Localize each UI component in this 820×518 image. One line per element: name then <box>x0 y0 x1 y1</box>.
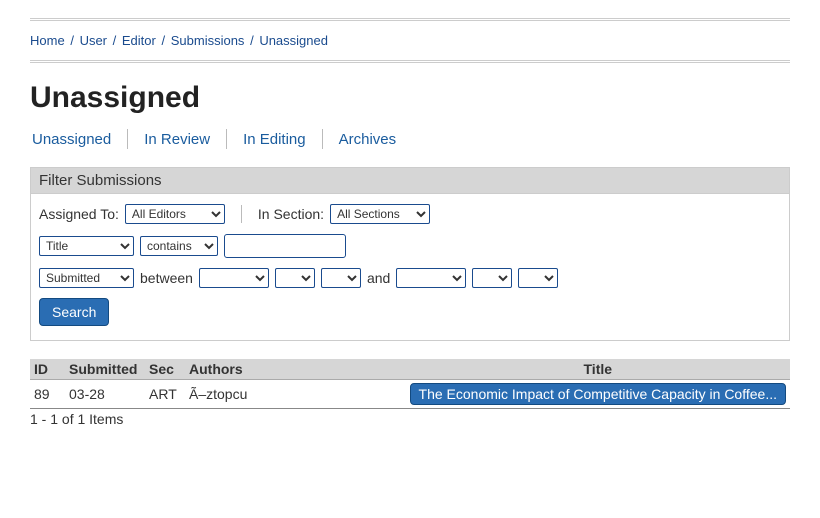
tab-in-review[interactable]: In Review <box>142 131 212 148</box>
cell-sec: ART <box>145 380 185 409</box>
breadcrumb-user[interactable]: User <box>80 33 107 48</box>
in-section-select[interactable]: All Sections <box>330 204 430 224</box>
from-year-select[interactable] <box>199 268 269 288</box>
page-title: Unassigned <box>30 81 790 115</box>
tab-divider <box>226 129 227 149</box>
breadcrumb-rule <box>30 60 790 63</box>
tabs: Unassigned In Review In Editing Archives <box>30 129 790 149</box>
tab-divider <box>322 129 323 149</box>
col-id: ID <box>30 359 65 380</box>
tab-in-editing[interactable]: In Editing <box>241 131 308 148</box>
breadcrumb-sep: / <box>68 33 76 48</box>
tab-archives[interactable]: Archives <box>337 131 399 148</box>
search-button[interactable]: Search <box>39 298 109 326</box>
between-label: between <box>140 270 193 286</box>
breadcrumb-sep: / <box>248 33 256 48</box>
breadcrumb-unassigned[interactable]: Unassigned <box>259 33 328 48</box>
and-label: and <box>367 270 390 286</box>
tab-unassigned[interactable]: Unassigned <box>30 131 113 148</box>
filter-box: Filter Submissions Assigned To: All Edit… <box>30 167 790 341</box>
table-header-row: ID Submitted Sec Authors Title <box>30 359 790 380</box>
cell-id: 89 <box>30 380 65 409</box>
col-title: Title <box>406 359 790 380</box>
breadcrumb-editor[interactable]: Editor <box>122 33 156 48</box>
top-rule <box>30 18 790 21</box>
col-submitted: Submitted <box>65 359 145 380</box>
tab-divider <box>127 129 128 149</box>
breadcrumb-sep: / <box>111 33 119 48</box>
date-basis-select[interactable]: Submitted <box>39 268 134 288</box>
results-table: ID Submitted Sec Authors Title 89 03-28 … <box>30 359 790 408</box>
from-month-select[interactable] <box>275 268 315 288</box>
col-sec: Sec <box>145 359 185 380</box>
filter-header: Filter Submissions <box>31 168 789 194</box>
items-count: 1 - 1 of 1 Items <box>30 408 790 427</box>
cell-authors: Ã–ztopcu <box>185 380 406 409</box>
in-section-label: In Section: <box>258 206 324 222</box>
cell-title: The Economic Impact of Competitive Capac… <box>406 380 790 409</box>
search-input[interactable] <box>224 234 346 258</box>
filter-row-dates: Submitted between and <box>39 268 781 288</box>
col-authors: Authors <box>185 359 406 380</box>
filter-body: Assigned To: All Editors In Section: All… <box>31 194 789 340</box>
table-row: 89 03-28 ART Ã–ztopcu The Economic Impac… <box>30 380 790 409</box>
filter-row-submit: Search <box>39 298 781 326</box>
submission-title-link[interactable]: The Economic Impact of Competitive Capac… <box>410 383 786 405</box>
to-month-select[interactable] <box>472 268 512 288</box>
cell-submitted: 03-28 <box>65 380 145 409</box>
field-select[interactable]: Title <box>39 236 134 256</box>
breadcrumb-submissions[interactable]: Submissions <box>171 33 245 48</box>
to-year-select[interactable] <box>396 268 466 288</box>
match-select[interactable]: contains <box>140 236 218 256</box>
breadcrumb-home[interactable]: Home <box>30 33 65 48</box>
assigned-to-select[interactable]: All Editors <box>125 204 225 224</box>
filter-row-assigned: Assigned To: All Editors In Section: All… <box>39 204 781 224</box>
breadcrumb-sep: / <box>159 33 167 48</box>
breadcrumb: Home / User / Editor / Submissions / Una… <box>30 29 790 52</box>
assigned-to-label: Assigned To: <box>39 206 119 222</box>
filter-row-search: Title contains <box>39 234 781 258</box>
filter-divider <box>241 205 242 223</box>
to-day-select[interactable] <box>518 268 558 288</box>
from-day-select[interactable] <box>321 268 361 288</box>
